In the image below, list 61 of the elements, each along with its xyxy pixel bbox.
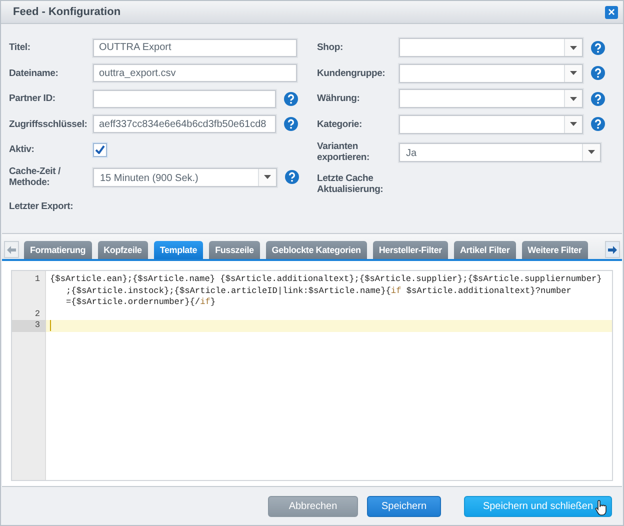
field-label: Cache-Zeit / Methode: (9, 166, 62, 188)
dropdown-field[interactable] (399, 114, 583, 134)
tab[interactable]: Hersteller-Filter (372, 241, 448, 259)
code-line: {$sArticle.ean};{$sArticle.name} {$sArticle.additionaltext};{$sArticle.supplier};{$sArticle.suppliernumber} (50, 274, 602, 286)
help-icon[interactable] (591, 92, 605, 106)
help-icon[interactable] (591, 117, 605, 132)
line-number: 3 (34, 320, 40, 330)
dropdown-field[interactable] (399, 64, 583, 83)
dropdown-field[interactable]: 15 Minuten (900 Sek.) (93, 168, 277, 186)
tab[interactable]: Template (154, 241, 204, 259)
arrow-right-icon (608, 246, 617, 254)
save-button[interactable]: Speichern (367, 496, 441, 516)
hand-cursor-icon (595, 500, 607, 516)
text-field[interactable]: OUTTRA Export (93, 38, 297, 57)
caret-icon (570, 122, 577, 126)
line-number: 1 (34, 274, 40, 284)
text-field[interactable]: aeff337cc834e6e64b6cd3fb50e61cd8 (93, 115, 276, 134)
line-number: 2 (34, 308, 40, 318)
code-line: ={$sArticle.ordernumber}{/if} (66, 297, 216, 308)
text-field[interactable]: outtra_export.csv (93, 64, 297, 82)
field-label: Letzte Cache Aktualisierung: (317, 173, 384, 195)
text-cursor (50, 320, 51, 332)
field-label: Varianten exportieren: (317, 141, 371, 163)
tab[interactable]: Artikel Filter (454, 241, 516, 259)
caret-icon (570, 96, 577, 101)
tab[interactable]: Weitere Filter (522, 241, 588, 259)
tab[interactable]: Formatierung (24, 241, 92, 259)
help-icon[interactable] (591, 40, 605, 55)
caret-icon (264, 175, 271, 179)
dropdown-field[interactable]: Ja (399, 142, 601, 162)
dropdown-field[interactable] (399, 38, 583, 58)
cancel-button[interactable]: Abbrechen (268, 496, 358, 516)
field-label: Aktiv: (9, 144, 36, 155)
tab[interactable]: Geblockte Kategorien (266, 241, 367, 259)
help-icon[interactable] (284, 117, 298, 132)
help-icon[interactable] (591, 66, 605, 80)
dropdown-field[interactable] (399, 89, 583, 108)
field-label: Shop: (317, 42, 344, 54)
close-button[interactable]: × (605, 6, 618, 18)
help-icon[interactable] (285, 170, 299, 184)
caret-icon (570, 71, 577, 76)
code-line: ;{$sArticle.instock};{$sArticle.articleID|link:$sArticle.name}{if $sArticle.additionaltext}?number (66, 286, 572, 297)
text-field[interactable] (93, 90, 276, 108)
field-label: Kundengruppe: (317, 68, 386, 79)
tab[interactable]: Fusszeile (209, 241, 260, 259)
field-label: Partner ID: (9, 93, 56, 104)
tab[interactable]: Kopfzeile (98, 241, 148, 259)
field-label: Zugriffsschlüssel: (9, 118, 88, 130)
save-and-close-button[interactable]: Speichern und schließen (464, 496, 612, 516)
field-label: Währung: (317, 93, 361, 104)
window-title: Feed - Konfiguration (13, 6, 121, 18)
scroll-right-button[interactable] (605, 241, 620, 258)
caret-icon (588, 150, 595, 154)
field-label: Kategorie: (317, 118, 363, 130)
checkbox[interactable] (93, 142, 107, 156)
field-label: Dateiname: (9, 68, 60, 79)
arrow-left-icon (7, 246, 16, 254)
field-label: Letzter Export: (9, 200, 74, 212)
help-icon[interactable] (284, 92, 298, 106)
field-label: Titel: (9, 42, 32, 54)
caret-icon (570, 46, 577, 50)
